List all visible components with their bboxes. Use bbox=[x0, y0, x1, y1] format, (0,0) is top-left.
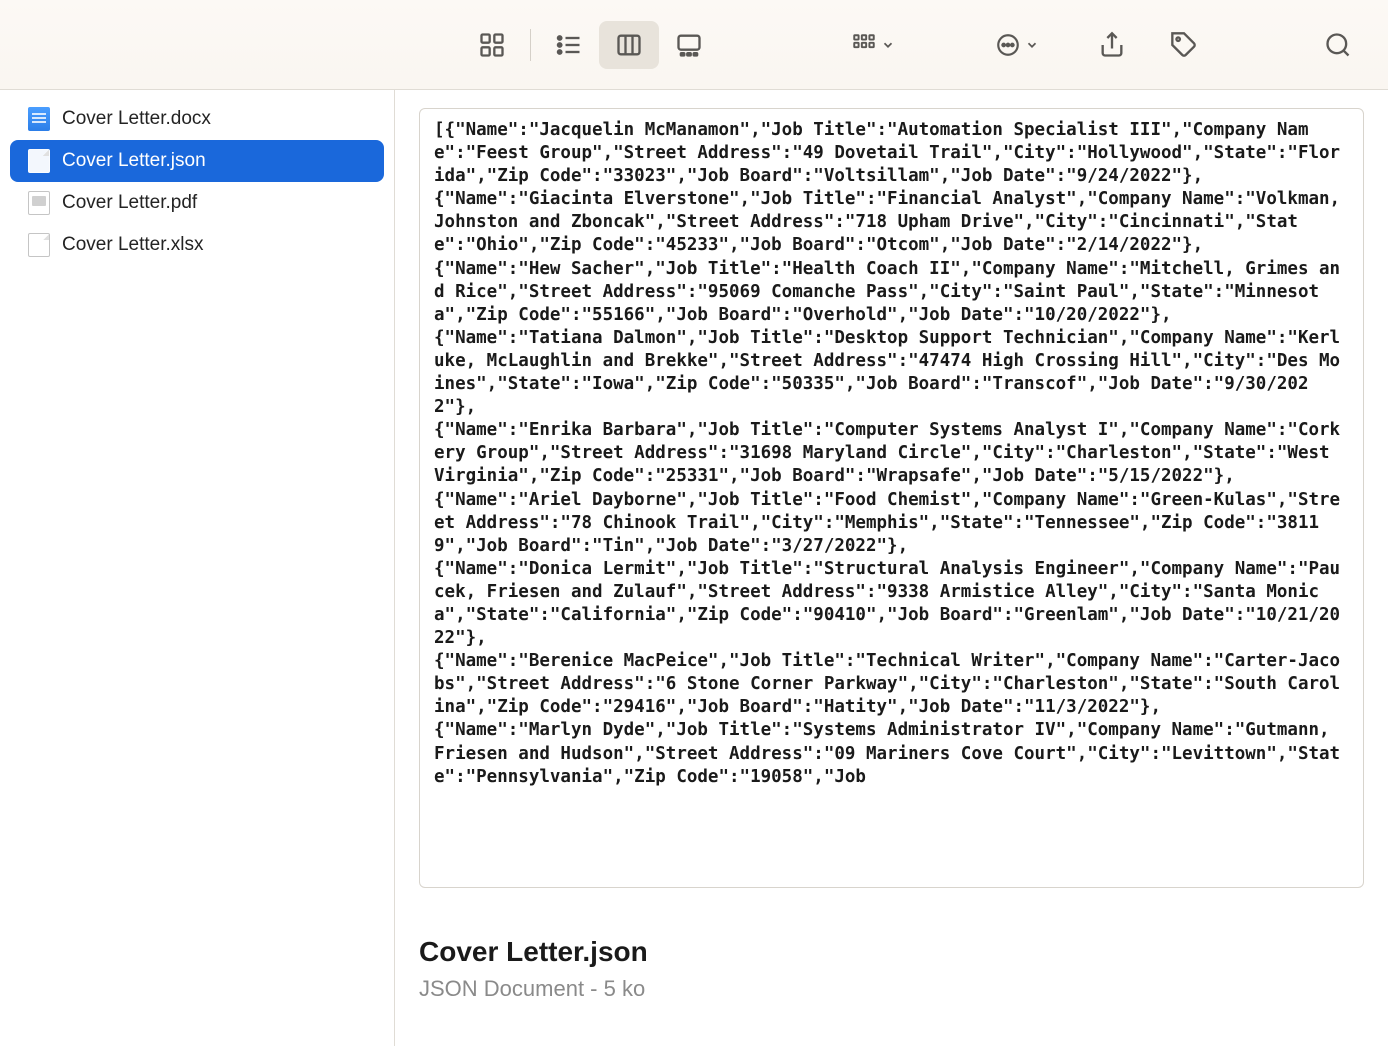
main-content: Cover Letter.docx Cover Letter.json Cove… bbox=[0, 90, 1388, 1046]
file-item-json[interactable]: Cover Letter.json bbox=[10, 140, 384, 182]
file-name-label: Cover Letter.docx bbox=[62, 108, 211, 130]
view-list-button[interactable] bbox=[539, 21, 599, 69]
columns-icon bbox=[615, 31, 643, 59]
grid-icon bbox=[478, 31, 506, 59]
file-preview-content[interactable]: [{"Name":"Jacquelin McManamon","Job Titl… bbox=[419, 108, 1364, 888]
view-icons-button[interactable] bbox=[462, 21, 522, 69]
share-icon bbox=[1098, 31, 1126, 59]
file-name-label: Cover Letter.xlsx bbox=[62, 234, 204, 256]
file-item-xlsx[interactable]: Cover Letter.xlsx bbox=[10, 224, 384, 266]
file-list-sidebar: Cover Letter.docx Cover Letter.json Cove… bbox=[0, 90, 395, 1046]
tags-button[interactable] bbox=[1154, 21, 1214, 69]
file-name-label: Cover Letter.json bbox=[62, 150, 206, 172]
view-mode-group bbox=[462, 21, 719, 69]
action-circle-icon bbox=[995, 32, 1021, 58]
json-file-icon bbox=[28, 149, 50, 173]
preview-pane: [{"Name":"Jacquelin McManamon","Job Titl… bbox=[395, 90, 1388, 1046]
search-button[interactable] bbox=[1308, 21, 1368, 69]
file-item-pdf[interactable]: Cover Letter.pdf bbox=[10, 182, 384, 224]
view-gallery-button[interactable] bbox=[659, 21, 719, 69]
preview-file-meta: JSON Document - 5 ko bbox=[419, 976, 1364, 1002]
docx-file-icon bbox=[28, 107, 50, 131]
group-icon bbox=[851, 32, 877, 58]
list-icon bbox=[555, 31, 583, 59]
file-item-docx[interactable]: Cover Letter.docx bbox=[10, 98, 384, 140]
group-by-dropdown[interactable] bbox=[843, 32, 903, 58]
xlsx-file-icon bbox=[28, 233, 50, 257]
search-icon bbox=[1324, 31, 1352, 59]
toolbar bbox=[0, 0, 1388, 90]
tag-icon bbox=[1170, 31, 1198, 59]
chevron-down-icon bbox=[1025, 38, 1039, 52]
chevron-down-icon bbox=[881, 38, 895, 52]
share-button[interactable] bbox=[1082, 21, 1142, 69]
preview-footer: Cover Letter.json JSON Document - 5 ko bbox=[419, 888, 1364, 1002]
action-dropdown[interactable] bbox=[987, 32, 1047, 58]
gallery-icon bbox=[675, 31, 703, 59]
preview-filename: Cover Letter.json bbox=[419, 936, 1364, 968]
pdf-file-icon bbox=[28, 191, 50, 215]
file-name-label: Cover Letter.pdf bbox=[62, 192, 197, 214]
view-columns-button[interactable] bbox=[599, 21, 659, 69]
